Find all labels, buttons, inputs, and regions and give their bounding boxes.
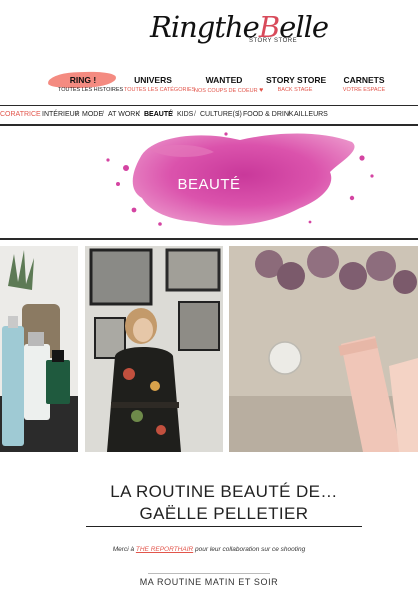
nav-item-title: STORY STORE xyxy=(266,75,327,85)
nav-item-title: WANTED xyxy=(205,75,243,85)
nav-item-subtitle: NOS COUPS DE COEUR xyxy=(194,88,258,94)
nav-item-wanted[interactable]: WANTED NOS COUPS DE COEUR ♥ xyxy=(194,75,263,94)
sub-nav-item-cultures[interactable]: CULTURE(S) xyxy=(200,111,242,118)
sub-nav-item-interieur[interactable]: INTÉRIEUR xyxy=(42,111,80,118)
credit-after: pour leur collaboration sur ce shooting xyxy=(193,546,306,553)
sub-nav-separator: / xyxy=(237,111,239,118)
sub-nav-separator: / xyxy=(138,111,140,118)
sub-nav-separator: / xyxy=(171,111,173,118)
title-underline xyxy=(86,526,362,527)
credit-link[interactable]: THE REPORTHAIR xyxy=(136,546,193,553)
main-navigation: RING ! TOUTES LES HISTOIRES UNIVERS TOUT… xyxy=(0,70,418,103)
nav-item-title: CARNETS xyxy=(343,75,385,85)
heart-icon: ♥ xyxy=(259,87,264,94)
nav-item-title: UNIVERS xyxy=(134,75,172,85)
nav-item-ring[interactable]: RING ! TOUTES LES HISTOIRES xyxy=(47,70,124,93)
article-title-line1: LA ROUTINE BEAUTÉ DE… xyxy=(110,482,338,501)
woman-portrait-image xyxy=(85,246,223,452)
sub-nav-separator: / xyxy=(194,111,196,118)
logo-tagline: STORY STORE xyxy=(249,38,298,44)
logo-text-a: Ringthe xyxy=(150,10,260,44)
photo-products-plants[interactable] xyxy=(0,246,78,452)
nav-item-story-store[interactable]: STORY STORE BACK STAGE xyxy=(266,75,327,93)
section-heading: MA ROUTINE MATIN ET SOIR xyxy=(139,577,279,587)
sub-nav-item-mode[interactable]: MODE xyxy=(82,111,103,118)
nav-item-subtitle: TOUTES LES CATÉGORIES xyxy=(124,87,196,93)
nav-item-subtitle: BACK STAGE xyxy=(277,87,313,93)
photo-credit: Merci à THE REPORTHAIR pour leur collabo… xyxy=(0,546,418,553)
sub-nav-separator: / xyxy=(102,111,104,118)
banner-title: BEAUTÉ xyxy=(177,176,241,193)
nav-item-subtitle-wrap: NOS COUPS DE COEUR ♥ xyxy=(194,87,263,94)
nav-item-univers[interactable]: UNIVERS TOUTES LES CATÉGORIES xyxy=(124,75,196,93)
sub-nav-separator: / xyxy=(76,111,78,118)
divider xyxy=(148,573,270,574)
nav-item-title: RING ! xyxy=(69,75,97,85)
photo-portrait[interactable] xyxy=(85,246,223,452)
article-title: LA ROUTINE BEAUTÉ DE… GAËLLE PELLETIER xyxy=(86,481,362,525)
sub-nav-item-kids[interactable]: KIDS xyxy=(177,111,193,118)
sub-nav-item-ailleurs[interactable]: AILLEURS xyxy=(294,111,328,118)
category-navigation: CORATRICE INTÉRIEUR / MODE / AT WORK / B… xyxy=(0,107,418,123)
skincare-tubes-image xyxy=(229,246,418,452)
nav-item-carnets[interactable]: CARNETS VOTRE ESPACE xyxy=(338,75,390,93)
nav-item-subtitle: VOTRE ESPACE xyxy=(342,87,386,93)
sub-nav-item-cut[interactable]: CORATRICE xyxy=(0,111,41,118)
sub-nav-item-at-work[interactable]: AT WORK xyxy=(108,111,140,118)
category-banner: BEAUTÉ xyxy=(0,128,418,236)
divider xyxy=(0,124,418,126)
nav-item-subtitle: TOUTES LES HISTOIRES xyxy=(58,87,124,93)
credit-before: Merci à xyxy=(112,546,136,553)
sub-nav-item-food-drink[interactable]: FOOD & DRINK xyxy=(243,111,294,118)
article-title-line2: GAËLLE PELLETIER xyxy=(139,504,309,523)
divider xyxy=(0,105,418,106)
cosmetic-bottles-image xyxy=(0,246,78,452)
sub-nav-item-beaute[interactable]: BEAUTÉ xyxy=(144,111,173,118)
sub-nav-separator: / xyxy=(288,111,290,118)
site-header: RingtheBelle STORY STORE xyxy=(0,0,418,72)
divider xyxy=(0,238,418,240)
photo-products-flowers[interactable] xyxy=(229,246,418,452)
